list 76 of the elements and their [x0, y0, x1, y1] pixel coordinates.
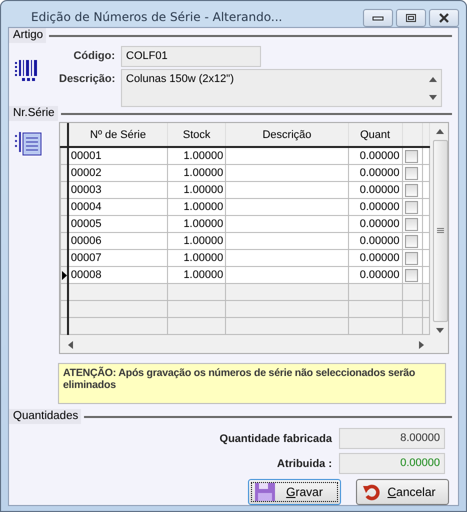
minimize-button[interactable]: [363, 9, 393, 27]
document-list-icon: [15, 132, 43, 156]
section-label: Artigo: [9, 28, 46, 43]
checkbox[interactable]: [404, 184, 418, 196]
table-cell: 1.00000: [168, 147, 226, 164]
table-cell: 00004: [68, 198, 168, 216]
close-button[interactable]: [429, 9, 459, 27]
checkbox[interactable]: [404, 200, 418, 214]
table-cell: 00006: [68, 232, 168, 250]
field-label: Atribuida :: [277, 458, 332, 470]
column-header[interactable]: Stock: [168, 123, 226, 147]
table-cell: 0.00000: [348, 266, 402, 284]
column-header[interactable]: Quant: [348, 123, 402, 147]
table-cell: 0.00000: [348, 182, 402, 198]
table-cell: 00005: [68, 216, 168, 232]
scroll-left-icon[interactable]: [68, 341, 73, 349]
quantity-field: 0.00000: [339, 453, 445, 474]
cancel-button[interactable]: Cancelar: [356, 479, 449, 505]
table-cell: 00003: [68, 182, 168, 198]
table-cell: 00007: [68, 250, 168, 266]
row-indicator[interactable]: [60, 147, 68, 164]
field-label: Quantidade fabricada: [220, 432, 332, 444]
row-indicator[interactable]: [60, 216, 68, 232]
warning-message: ATENÇÃO: Após gravação os números de série não seleccionados serão eliminados: [58, 363, 446, 404]
checkbox[interactable]: [404, 150, 418, 162]
quantity-field: 8.00000: [339, 428, 445, 449]
table-cell: 00002: [68, 164, 168, 182]
scroll-up-icon[interactable]: [436, 129, 444, 134]
column-header[interactable]: Descrição: [226, 123, 348, 147]
section-label: Quantidades: [9, 409, 82, 424]
table-cell: 1.00000: [168, 232, 226, 250]
table-cell: 1.00000: [168, 216, 226, 232]
row-indicator[interactable]: [60, 232, 68, 250]
maximize-button[interactable]: [396, 9, 426, 27]
scroll-down-icon[interactable]: [436, 328, 444, 333]
row-indicator[interactable]: [60, 250, 68, 266]
minimize-icon: [372, 15, 384, 21]
section-label: Nr.Série: [9, 106, 58, 121]
maximize-icon: [405, 13, 417, 23]
table-cell: 0.00000: [348, 198, 402, 216]
close-icon: [438, 13, 450, 23]
row-indicator[interactable]: [60, 266, 68, 284]
table-cell: 0.00000: [348, 250, 402, 266]
table-cell: 0.00000: [348, 216, 402, 232]
scroll-down-icon[interactable]: [429, 95, 437, 100]
table-cell: 1.00000: [168, 182, 226, 198]
grip-icon: [436, 228, 444, 234]
row-indicator[interactable]: [60, 198, 68, 216]
table-cell: 1.00000: [168, 266, 226, 284]
table-cell: 1.00000: [168, 198, 226, 216]
field-label: Código:: [72, 49, 115, 64]
checkbox[interactable]: [404, 166, 418, 180]
table-cell: 0.00000: [348, 147, 402, 164]
checkbox[interactable]: [404, 234, 418, 248]
table-cell: 1.00000: [168, 250, 226, 266]
barcode-icon: [15, 60, 39, 82]
description-text: Colunas 150w (2x12"): [126, 73, 234, 87]
checkbox[interactable]: [404, 218, 418, 230]
window-title: Edição de Números de Série - Alterando...: [31, 10, 282, 24]
column-header[interactable]: Nº de Série: [68, 123, 168, 147]
field-label: Descrição:: [59, 72, 115, 87]
row-indicator[interactable]: [60, 164, 68, 182]
save-button[interactable]: Gravar: [248, 479, 341, 505]
row-indicator[interactable]: [60, 182, 68, 198]
table-cell: 0.00000: [348, 164, 402, 182]
scroll-right-icon[interactable]: [419, 341, 424, 349]
table-cell: 0.00000: [348, 232, 402, 250]
code-field[interactable]: COLF01: [121, 46, 261, 67]
description-field[interactable]: Colunas 150w (2x12"): [121, 69, 442, 107]
checkbox[interactable]: [404, 252, 418, 264]
checkbox[interactable]: [404, 268, 418, 282]
scroll-up-icon[interactable]: [429, 77, 437, 82]
table-cell: 00008: [68, 266, 168, 284]
table-cell: 00001: [68, 147, 168, 164]
table-cell: 1.00000: [168, 164, 226, 182]
undo-icon: [363, 483, 381, 501]
